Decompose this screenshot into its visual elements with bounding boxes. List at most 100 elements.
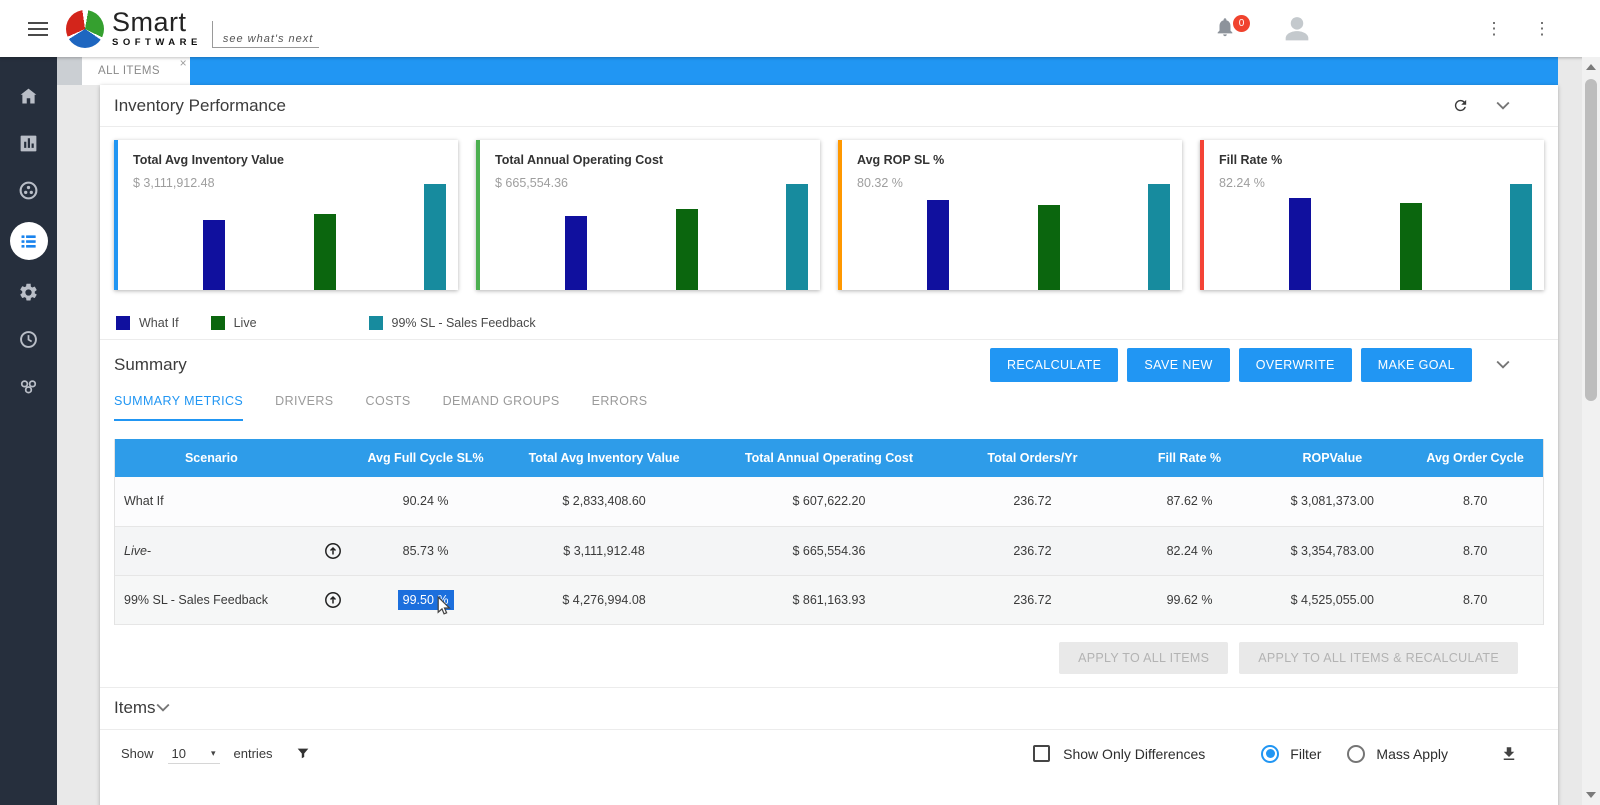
more-options-icon[interactable]: ⋮ [1484, 19, 1504, 39]
content-card: Inventory Performance Total Avg Inventor… [100, 85, 1558, 805]
avg-full-cycle-cell[interactable]: 90.24 % [357, 477, 494, 527]
scenario-icon-cell[interactable] [307, 575, 358, 625]
chart-legend: What If Live 99% SL - Sales Feedback [100, 290, 1558, 340]
avg-full-cycle-cell[interactable]: 99.50 % [357, 575, 494, 625]
sidebar-item-analytics[interactable] [14, 128, 44, 158]
vertical-scrollbar[interactable] [1582, 57, 1600, 805]
selected-cell-value[interactable]: 99.50 % [397, 589, 454, 610]
sidebar-item-settings[interactable] [14, 277, 44, 307]
scrollbar-down-arrow[interactable] [1586, 792, 1596, 798]
hamburger-menu-icon[interactable] [28, 18, 48, 40]
col-total-avg-inventory-value: Total Avg Inventory Value [493, 439, 715, 477]
apply-to-all-items-button[interactable]: APPLY TO ALL ITEMS [1059, 641, 1229, 674]
kpi-card-fill-rate: Fill Rate % 82.24 % [1200, 140, 1544, 290]
tab-close-icon[interactable]: × [180, 57, 187, 69]
kpi-card-total-annual-operating-cost: Total Annual Operating Cost $ 665,554.36 [476, 140, 820, 290]
save-new-button[interactable]: SAVE NEW [1127, 348, 1230, 382]
notifications-button[interactable]: 0 [1214, 14, 1250, 42]
overwrite-button[interactable]: OVERWRITE [1238, 348, 1352, 382]
promote-arrow-up-circle-icon [324, 591, 341, 608]
tab-summary-metrics[interactable]: SUMMARY METRICS [114, 394, 244, 421]
orders-cell: 236.72 [943, 526, 1122, 576]
rop-value-cell: $ 3,354,783.00 [1257, 526, 1408, 576]
bar-live [675, 209, 698, 290]
bar-what-if [565, 215, 588, 290]
avg-full-cycle-cell[interactable]: 85.73 % [357, 526, 494, 576]
download-icon[interactable] [1500, 745, 1518, 763]
scenario-cell: 99% SL - Sales Feedback [115, 575, 308, 625]
show-only-differences-checkbox[interactable] [1033, 745, 1051, 762]
summary-title: Summary [114, 355, 187, 374]
scrollbar-up-arrow[interactable] [1586, 64, 1596, 70]
tab-drivers[interactable]: DRIVERS [275, 394, 333, 421]
tab-demand-groups[interactable]: DEMAND GROUPS [443, 394, 560, 421]
bar-99-sl [1147, 184, 1170, 290]
kpi-title: Fill Rate % [1219, 153, 1283, 167]
tab-strip: ALL ITEMS × [57, 57, 1582, 85]
kpi-mini-chart [1200, 184, 1544, 290]
filter-radio[interactable] [1261, 744, 1280, 763]
legend-label: What If [139, 316, 179, 330]
scenario-suffix: - [146, 543, 152, 558]
items-header: Items [100, 686, 1558, 730]
operating-cost-cell: $ 607,622.20 [714, 477, 944, 527]
sidebar-item-items-list[interactable] [9, 222, 48, 260]
col-fill-rate: Fill Rate % [1121, 439, 1258, 477]
collapse-inventory-chevron-icon[interactable] [1496, 101, 1510, 111]
inventory-value-cell: $ 2,833,408.60 [493, 477, 715, 527]
kpi-mini-chart [114, 184, 458, 290]
bar-live [1399, 203, 1422, 290]
bar-what-if [203, 220, 226, 290]
window-options-icon[interactable]: ⋮ [1532, 19, 1552, 39]
sidebar-item-history[interactable] [14, 324, 44, 354]
legend-swatch [368, 316, 383, 330]
refresh-button[interactable] [1450, 96, 1470, 116]
orders-cell: 236.72 [943, 575, 1122, 625]
page-size-select[interactable]: 10 ▾ [167, 744, 220, 764]
col-total-orders-yr: Total Orders/Yr [943, 439, 1122, 477]
tab-errors[interactable]: ERRORS [592, 394, 648, 421]
filter-funnel-icon[interactable] [295, 746, 311, 762]
page-size-value: 10 [171, 745, 186, 761]
collapse-summary-chevron-icon[interactable] [1496, 360, 1510, 370]
bar-what-if [927, 199, 950, 290]
tab-all-items[interactable]: ALL ITEMS × [82, 57, 190, 85]
inventory-value-cell: $ 3,111,912.48 [493, 526, 715, 576]
tab-costs[interactable]: COSTS [366, 394, 411, 421]
tab-all-items-label: ALL ITEMS [98, 65, 160, 77]
sidebar-item-hierarchy[interactable] [14, 371, 44, 401]
recalculate-button[interactable]: RECALCULATE [989, 348, 1119, 382]
table-row-live[interactable]: Live- 85.73 % $ 3,111,912.48 $ 665,554.3… [115, 526, 1543, 576]
collapse-items-chevron-icon[interactable] [156, 703, 170, 713]
legend-label: 99% SL - Sales Feedback [391, 316, 536, 330]
apply-to-all-items-recalculate-button[interactable]: APPLY TO ALL ITEMS & RECALCULATE [1239, 641, 1518, 674]
operating-cost-cell: $ 665,554.36 [714, 526, 944, 576]
home-icon [20, 88, 37, 103]
scenario-icon-cell[interactable] [307, 526, 358, 576]
tab-strip-filler [190, 57, 1558, 85]
legend-label: Live [233, 316, 257, 330]
make-goal-button[interactable]: MAKE GOAL [1360, 348, 1472, 382]
top-header: Smart SOFTWARE see what's next 0 ⋮ ⋮ [0, 0, 1600, 57]
table-row-what-if[interactable]: What If 90.24 % $ 2,833,408.60 $ 607,622… [115, 477, 1543, 527]
mass-apply-radio[interactable] [1347, 744, 1366, 763]
sidebar-item-home[interactable] [14, 81, 44, 111]
kpi-mini-chart [838, 184, 1182, 290]
fill-rate-cell: 87.62 % [1121, 477, 1258, 527]
brand-logo: Smart SOFTWARE see what's next [66, 9, 320, 48]
app-screen: Smart SOFTWARE see what's next 0 ⋮ ⋮ ALL… [0, 0, 1600, 805]
bar-live [1037, 205, 1060, 290]
order-cycle-cell: 8.70 [1407, 477, 1543, 527]
summary-tabs: SUMMARY METRICS DRIVERS COSTS DEMAND GRO… [100, 382, 1558, 421]
rop-value-cell: $ 4,525,055.00 [1257, 575, 1408, 625]
gear-icon [20, 283, 37, 300]
kpi-charts-row: Total Avg Inventory Value $ 3,111,912.48… [100, 127, 1558, 290]
bar-what-if [1289, 197, 1312, 290]
bar-99-sl [785, 184, 808, 290]
table-row-99-sl-sales-feedback[interactable]: 99% SL - Sales Feedback 99.50 % $ 4,276,… [115, 575, 1543, 625]
legend-swatch [116, 316, 130, 330]
scrollbar-thumb[interactable] [1585, 79, 1597, 401]
show-label: Show [121, 746, 154, 761]
user-avatar[interactable] [1280, 12, 1314, 46]
sidebar-item-demand-planning[interactable] [14, 175, 44, 205]
